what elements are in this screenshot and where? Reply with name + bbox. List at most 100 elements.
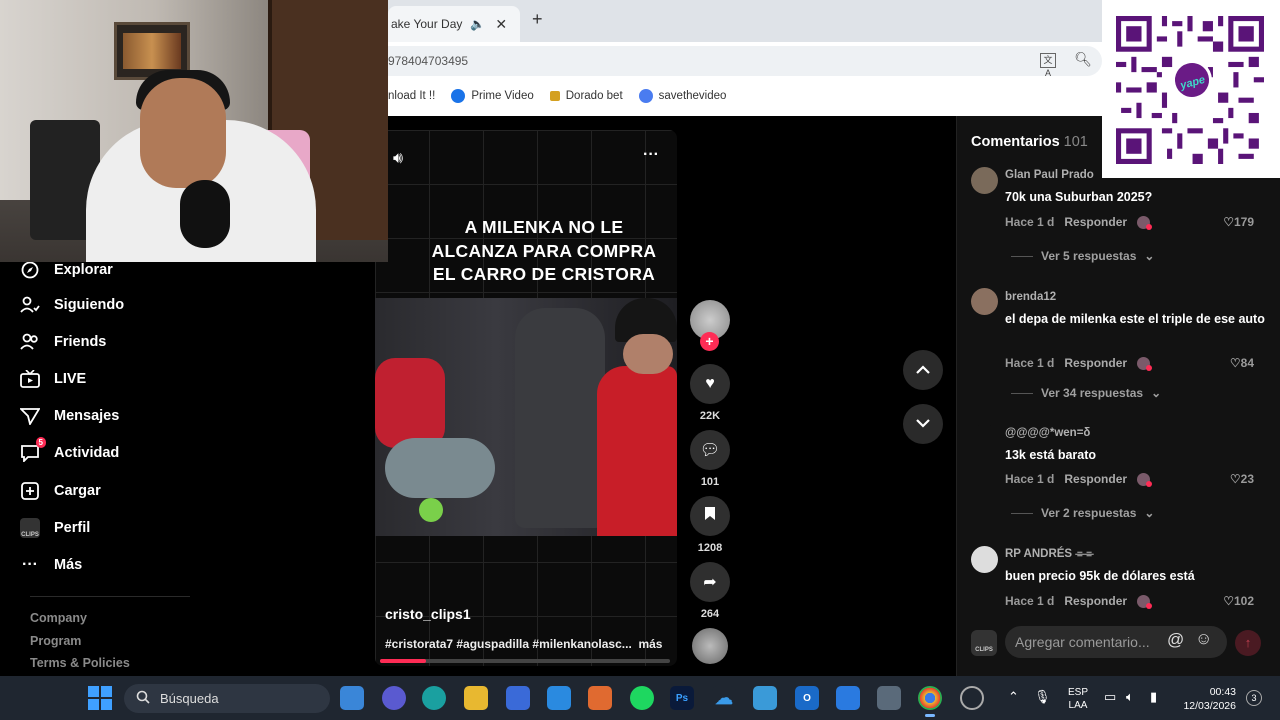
avatar[interactable] xyxy=(971,424,998,451)
file-explorer-icon[interactable] xyxy=(464,686,488,710)
comment-meta: Hace 1 d Responder xyxy=(1005,215,1153,230)
video-caption: A MILENKA NO LE ALCANZA PARA COMPRA EL C… xyxy=(431,217,657,284)
like-button[interactable]: ♥ xyxy=(690,364,730,404)
comment-user[interactable]: brenda12 xyxy=(1005,291,1056,303)
obs-icon[interactable] xyxy=(960,686,984,710)
sidebar-item-mas[interactable]: ··· Más xyxy=(20,555,82,575)
comment-user[interactable]: RP ANDRÉS ⌯⌯ xyxy=(1005,548,1094,561)
footer-program-link[interactable]: Program xyxy=(30,634,81,648)
view-replies-button[interactable]: Ver 34 respuestas ⌄ xyxy=(1011,386,1161,400)
more-options-icon[interactable]: ··· xyxy=(643,146,659,164)
media-player-icon[interactable] xyxy=(588,686,612,710)
microphone-icon[interactable]: 🎙︎ xyxy=(1034,689,1051,705)
comment-user[interactable]: Glan Paul Prado xyxy=(1005,169,1094,181)
sidebar-item-perfil[interactable]: CLIPS Perfil xyxy=(20,518,90,538)
progress-fill xyxy=(380,659,427,663)
outlook-icon[interactable]: O xyxy=(795,686,819,710)
new-tab-button[interactable]: + xyxy=(532,9,543,30)
video-author[interactable]: cristo_clips1 xyxy=(385,606,471,622)
avatar[interactable] xyxy=(971,167,998,194)
sidebar-item-live[interactable]: LIVE xyxy=(20,369,86,389)
close-tab-icon[interactable]: ✕ xyxy=(495,16,507,33)
share-button[interactable]: ➦ xyxy=(690,562,730,602)
footer-company-link[interactable]: Company xyxy=(30,611,87,625)
taskbar-search[interactable]: Búsqueda xyxy=(124,684,330,713)
meet-icon[interactable] xyxy=(382,686,406,710)
reply-button[interactable]: Responder xyxy=(1064,594,1127,608)
notepad-icon[interactable] xyxy=(753,686,777,710)
speaker-icon[interactable]: 🔈 xyxy=(470,17,485,31)
task-view-icon[interactable] xyxy=(340,686,364,710)
comment-meta: Hace 1 d Responder xyxy=(1005,472,1153,487)
start-button[interactable] xyxy=(88,686,112,710)
comment-like[interactable]: ♡84 xyxy=(1230,356,1254,370)
reply-button[interactable]: Responder xyxy=(1064,472,1127,486)
follow-button[interactable]: + xyxy=(700,332,719,351)
address-bar[interactable]: 978404703495 文A 🔍︎ xyxy=(388,46,1102,78)
sidebar-item-cargar[interactable]: Cargar xyxy=(20,481,101,501)
crown-icon xyxy=(549,91,560,101)
reply-button[interactable]: Responder xyxy=(1064,356,1127,370)
volume-icon[interactable]: 🔊︎ xyxy=(393,150,403,168)
calculator-icon[interactable] xyxy=(877,686,901,710)
save-button[interactable] xyxy=(690,496,730,536)
more-link[interactable]: más xyxy=(638,637,662,651)
calendar-icon[interactable] xyxy=(836,686,860,710)
edge-icon[interactable] xyxy=(422,686,446,710)
footer-terms-link[interactable]: Terms & Policies xyxy=(30,656,130,670)
previous-video-button[interactable] xyxy=(903,350,943,390)
view-replies-button[interactable]: Ver 2 respuestas ⌄ xyxy=(1011,506,1154,520)
activity-icon: 5 xyxy=(20,437,46,463)
chevron-up-icon xyxy=(916,361,930,379)
send-comment-button[interactable]: ↑ xyxy=(1235,630,1261,656)
sidebar-item-actividad[interactable]: 5 Actividad xyxy=(20,437,119,463)
sidebar-item-explorar[interactable]: Explorar xyxy=(20,260,113,280)
webcam-overlay xyxy=(0,0,388,262)
mail-icon[interactable] xyxy=(547,686,571,710)
bookmark-dorado-bet[interactable]: Dorado bet xyxy=(549,90,623,102)
next-video-button[interactable] xyxy=(903,404,943,444)
comment-button[interactable]: 💬︎ xyxy=(690,430,730,470)
onedrive-icon[interactable]: ☁ xyxy=(712,686,736,710)
battery-icon[interactable]: ▮ xyxy=(1150,689,1157,705)
system-clock[interactable]: 00:43 12/03/2026 xyxy=(1178,685,1236,713)
notification-badge[interactable]: 3 xyxy=(1246,690,1262,706)
bookmark-prime-video[interactable]: Prime Video xyxy=(451,89,534,103)
bookmark-savethevideo[interactable]: savethevideo xyxy=(638,89,726,103)
comment-user[interactable]: @@@@*wen=δ xyxy=(1005,427,1090,439)
comment-text: buen precio 95k de dólares está xyxy=(1005,569,1195,583)
user-avatar: CLIPS xyxy=(971,630,997,656)
creator-reaction-icon xyxy=(1137,594,1153,609)
photoshop-icon[interactable]: Ps xyxy=(670,686,694,710)
activity-badge: 5 xyxy=(35,437,46,448)
sound-avatar[interactable] xyxy=(692,628,728,664)
language-indicator[interactable]: ESP LAA xyxy=(1068,686,1088,712)
reply-button[interactable]: Responder xyxy=(1064,215,1127,229)
chevron-down-icon: ⌄ xyxy=(1144,506,1155,520)
sidebar-item-siguiendo[interactable]: Siguiendo xyxy=(20,295,124,315)
live-tv-icon xyxy=(20,369,40,389)
store-icon[interactable] xyxy=(506,686,530,710)
display-icon[interactable]: ▭ xyxy=(1104,689,1116,705)
video-progress-bar[interactable] xyxy=(380,659,670,663)
video-player[interactable]: A MILENKA NO LE ALCANZA PARA COMPRA EL C… xyxy=(375,130,677,666)
volume-icon[interactable]: 🔈︎ xyxy=(1126,689,1134,705)
browser-tab[interactable]: ake Your Day 🔈 ✕ xyxy=(388,6,520,42)
chrome-icon[interactable] xyxy=(918,686,942,717)
spotify-icon[interactable] xyxy=(630,686,654,710)
comment-like[interactable]: ♡23 xyxy=(1230,472,1254,486)
zoom-icon[interactable]: 🔍︎ xyxy=(1074,51,1092,68)
chevron-up-icon[interactable]: ⌃ xyxy=(1008,689,1019,705)
avatar[interactable] xyxy=(971,288,998,315)
comment-like[interactable]: ♡102 xyxy=(1223,594,1254,608)
avatar[interactable] xyxy=(971,546,998,573)
play-icon xyxy=(451,89,466,103)
translate-icon[interactable]: 文A xyxy=(1040,53,1056,78)
video-hashtags[interactable]: #cristorata7 #aguspadilla #milenkanolasc… xyxy=(385,637,662,651)
tiktok-sidebar: Explorar Siguiendo Friends LIVE Mensajes… xyxy=(0,260,375,676)
sidebar-item-mensajes[interactable]: Mensajes xyxy=(20,406,119,426)
view-replies-button[interactable]: Ver 5 respuestas ⌄ xyxy=(1011,249,1154,263)
sidebar-item-friends[interactable]: Friends xyxy=(20,332,106,352)
bookmark-download[interactable]: nload It !! xyxy=(388,90,435,102)
comment-like[interactable]: ♡179 xyxy=(1223,215,1254,229)
